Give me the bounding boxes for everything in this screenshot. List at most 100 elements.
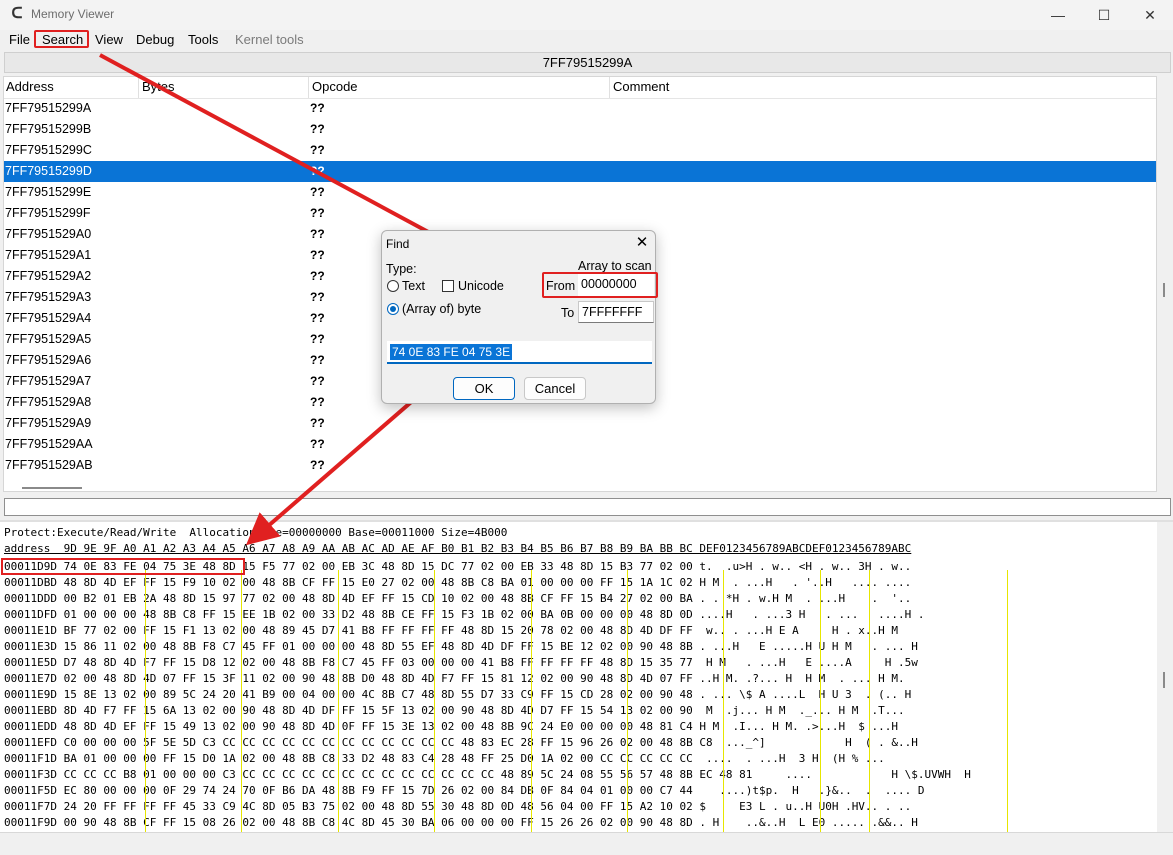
row-opcode: ?? (310, 143, 325, 157)
find-dialog-title: Find (386, 237, 410, 251)
command-input[interactable] (4, 498, 1171, 516)
row-opcode: ?? (310, 101, 325, 115)
row-opcode: ?? (310, 353, 325, 367)
to-field[interactable]: 7FFFFFFF (578, 301, 654, 323)
menu-kernel-tools: Kernel tools (235, 32, 304, 47)
row-address: 7FF79515299F (5, 206, 91, 220)
row-opcode: ?? (310, 290, 325, 304)
find-dialog[interactable]: Find ✕ Type: Array to scan Text Unicode … (381, 230, 658, 404)
vertical-scrollbar[interactable] (1163, 283, 1165, 297)
menu-file[interactable]: File (9, 32, 30, 47)
table-row[interactable]: 7FF7951529AA?? (4, 434, 1156, 455)
horizontal-scrollbar[interactable] (22, 487, 82, 489)
hex-row[interactable]: 00011F7D 24 20 FF FF FF FF 45 33 C9 4C 8… (4, 799, 911, 815)
row-address: 7FF7951529A6 (5, 353, 92, 367)
row-opcode: ?? (310, 269, 325, 283)
column-header: Address Bytes Opcode Comment (4, 77, 1156, 99)
row-opcode: ?? (310, 122, 325, 136)
row-address: 7FF7951529A4 (5, 311, 92, 325)
array-of-byte-label[interactable]: (Array of) byte (402, 302, 481, 316)
table-row[interactable]: 7FF79515299A?? (4, 98, 1156, 119)
row-opcode: ?? (310, 416, 325, 430)
row-opcode: ?? (310, 206, 325, 220)
row-address: 7FF7951529A2 (5, 269, 92, 283)
menu-bar: File Search View Debug Tools Kernel tool… (0, 30, 1173, 50)
row-opcode: ?? (310, 458, 325, 472)
table-row[interactable]: 7FF7951529A9?? (4, 413, 1156, 434)
row-address: 7FF7951529A5 (5, 332, 92, 346)
search-menu-annotation (34, 30, 89, 48)
bytes-search-value: 74 0E 83 FE 04 75 3E (390, 344, 513, 360)
column-opcode[interactable]: Opcode (312, 79, 358, 94)
row-opcode: ?? (310, 248, 325, 262)
row-opcode: ?? (310, 374, 325, 388)
from-field-annotation (542, 272, 658, 298)
hex-row[interactable]: 00011E1D BF 77 02 00 FF 15 F1 13 02 00 4… (4, 623, 898, 639)
maximize-button[interactable]: ☐ (1081, 0, 1127, 30)
table-row[interactable]: 7FF79515299E?? (4, 182, 1156, 203)
address-bar[interactable]: 7FF79515299A (4, 52, 1171, 73)
column-address[interactable]: Address (6, 79, 54, 94)
row-address: 7FF7951529AA (5, 437, 93, 451)
find-dialog-close-icon[interactable]: ✕ (632, 233, 652, 253)
hex-header-line: address 9D 9E 9F A0 A1 A2 A3 A4 A5 A6 A7… (4, 542, 912, 555)
row-opcode: ?? (310, 437, 325, 451)
minimize-button[interactable]: — (1035, 0, 1081, 30)
hex-row[interactable]: 00011E7D 02 00 48 8D 4D 07 FF 15 3F 11 0… (4, 671, 905, 687)
hex-row[interactable]: 00011DFD 01 00 00 00 48 8B C8 FF 15 EE 1… (4, 607, 925, 623)
text-radio[interactable] (387, 280, 399, 292)
unicode-checkbox[interactable] (442, 280, 454, 292)
hex-row[interactable]: 00011E3D 15 86 11 02 00 48 8B F8 C7 45 F… (4, 639, 918, 655)
menu-debug[interactable]: Debug (136, 32, 174, 47)
row-address: 7FF7951529A0 (5, 227, 92, 241)
table-row[interactable]: 7FF7951529AB?? (4, 455, 1156, 476)
table-row[interactable]: 7FF79515299C?? (4, 140, 1156, 161)
row-opcode: ?? (310, 227, 325, 241)
ok-button[interactable]: OK (453, 377, 515, 400)
hex-row[interactable]: 00011F3D CC CC CC B8 01 00 00 00 C3 CC C… (4, 767, 971, 783)
menu-view[interactable]: View (95, 32, 123, 47)
row-opcode: ?? (310, 164, 325, 178)
row-address: 7FF79515299D (5, 164, 92, 178)
hex-scrollbar[interactable] (1163, 672, 1165, 688)
text-option-label[interactable]: Text (402, 279, 425, 293)
found-bytes-annotation (1, 558, 245, 575)
column-bytes[interactable]: Bytes (142, 79, 175, 94)
hex-row[interactable]: 00011EDD 48 8D 4D EF FF 15 49 13 02 00 9… (4, 719, 898, 735)
window-title: Memory Viewer (31, 7, 115, 21)
hex-row[interactable]: 00011DBD 48 8D 4D EF FF 15 F9 10 02 00 4… (4, 575, 911, 591)
array-of-byte-radio[interactable] (387, 303, 399, 315)
menu-tools[interactable]: Tools (188, 32, 218, 47)
row-address: 7FF7951529AB (5, 458, 93, 472)
hex-info-line: Protect:Execute/Read/Write AllocationBas… (4, 526, 508, 539)
row-address: 7FF79515299E (5, 185, 92, 199)
hex-row[interactable]: 00011DDD 00 B2 01 EB 2A 48 8D 15 97 77 0… (4, 591, 911, 607)
row-address: 7FF79515299B (5, 122, 92, 136)
hex-row[interactable]: 00011F9D 00 90 48 8B CF FF 15 08 26 02 0… (4, 815, 918, 831)
close-button[interactable]: ✕ (1127, 0, 1173, 30)
hex-row[interactable]: 00011E9D 15 8E 13 02 00 89 5C 24 20 41 B… (4, 687, 911, 703)
row-address: 7FF7951529A1 (5, 248, 92, 262)
hex-row[interactable]: 00011F1D BA 01 00 00 00 FF 15 D0 1A 02 0… (4, 751, 885, 767)
row-address: 7FF79515299A (5, 101, 92, 115)
row-opcode: ?? (310, 332, 325, 346)
hex-row[interactable]: 00011E5D D7 48 8D 4D F7 FF 15 D8 12 02 0… (4, 655, 918, 671)
cancel-button[interactable]: Cancel (524, 377, 586, 400)
unicode-option-label[interactable]: Unicode (458, 279, 504, 293)
ce-icon: ᑕ (11, 5, 23, 22)
title-bar: ᑕ Memory Viewer — ☐ ✕ (0, 0, 1173, 30)
hex-row[interactable]: 00011EFD C0 00 00 00 5F 5E 5D C3 CC CC C… (4, 735, 918, 751)
array-to-scan-label: Array to scan (578, 259, 652, 273)
row-address: 7FF7951529A3 (5, 290, 92, 304)
table-row[interactable]: 7FF79515299D?? (4, 161, 1156, 182)
row-address: 7FF7951529A8 (5, 395, 92, 409)
type-label: Type: (386, 262, 417, 276)
row-opcode: ?? (310, 311, 325, 325)
hex-row[interactable]: 00011EBD 8D 4D F7 FF 15 6A 13 02 00 90 4… (4, 703, 905, 719)
table-row[interactable]: 7FF79515299B?? (4, 119, 1156, 140)
row-opcode: ?? (310, 185, 325, 199)
hex-row[interactable]: 00011F5D EC 80 00 00 00 0F 29 74 24 70 0… (4, 783, 925, 799)
bytes-search-input[interactable]: 74 0E 83 FE 04 75 3E (387, 341, 652, 364)
table-row[interactable]: 7FF79515299F?? (4, 203, 1156, 224)
column-comment[interactable]: Comment (613, 79, 669, 94)
